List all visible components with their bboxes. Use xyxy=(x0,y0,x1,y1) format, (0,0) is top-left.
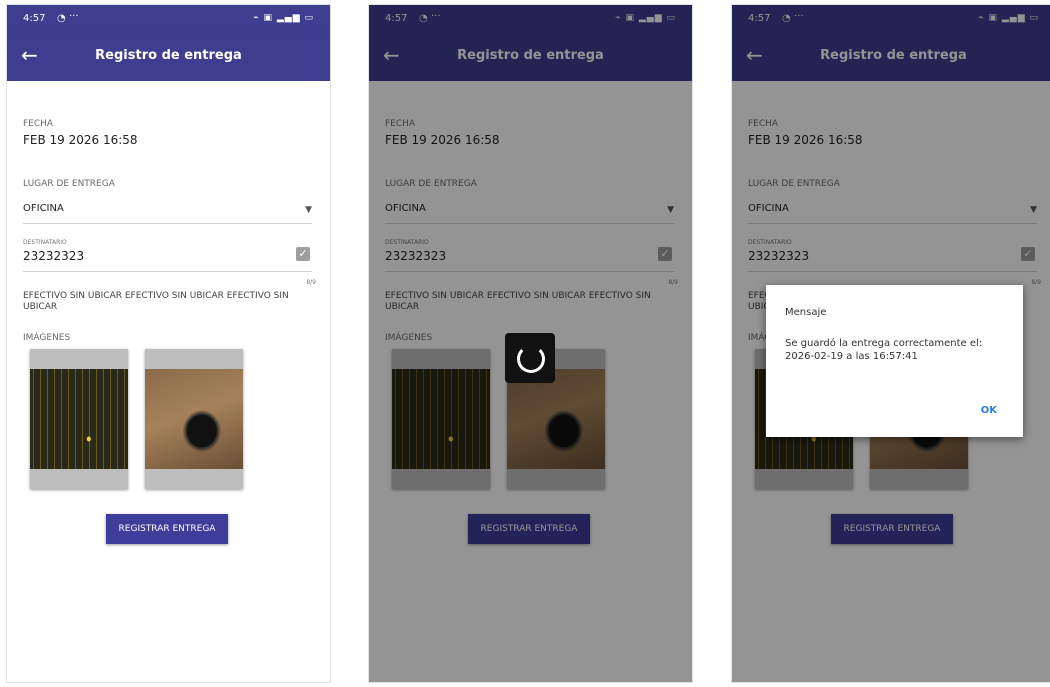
input-underline xyxy=(23,271,312,272)
message-dialog: Mensaje Se guardó la entrega correctamen… xyxy=(766,285,1023,437)
signal-icons: ⌁ ▣ ▂▄▆ ▭ xyxy=(253,13,314,23)
destinatario-input[interactable]: 23232323 xyxy=(23,249,84,263)
status-time: 4:57 xyxy=(23,13,46,24)
status-bar: 4:57 ◔ ··· ⌁ ▣ ▂▄▆ ▭ xyxy=(7,5,330,33)
dialog-message: Se guardó la entrega correctamente el: 2… xyxy=(785,338,983,362)
checkbox[interactable]: ✓ xyxy=(296,247,310,261)
imagenes-label: IMÁGENES xyxy=(23,333,71,343)
fecha-value: FEB 19 2026 16:58 xyxy=(23,133,138,147)
spinner-icon xyxy=(517,345,545,373)
char-counter: 8/9 xyxy=(306,279,316,286)
phone-screen-loading: 4:57 ◔ ··· ⌁ ▣ ▂▄▆ ▭ ← Registro de entre… xyxy=(369,5,692,682)
lugar-label: LUGAR DE ENTREGA xyxy=(23,179,115,189)
phone-screen-dialog: 4:57 ◔ ··· ⌁ ▣ ▂▄▆ ▭ ← Registro de entre… xyxy=(732,5,1050,682)
laptop-photo xyxy=(30,369,128,469)
image-thumbnail-2[interactable] xyxy=(145,349,243,489)
destinatario-label: DESTINATARIO xyxy=(23,239,67,246)
app-bar: ← Registro de entrega xyxy=(7,33,330,81)
form-content: FECHA FEB 19 2026 16:58 LUGAR DE ENTREGA… xyxy=(7,81,330,682)
chevron-down-icon[interactable]: ▼ xyxy=(305,205,312,215)
phone-screen-form: 4:57 ◔ ··· ⌁ ▣ ▂▄▆ ▭ ← Registro de entre… xyxy=(7,5,330,682)
register-delivery-button[interactable]: REGISTRAR ENTREGA xyxy=(106,514,228,544)
status-dots: ··· xyxy=(69,11,79,22)
progress-spinner xyxy=(505,333,555,383)
image-thumbnail-1[interactable] xyxy=(30,349,128,489)
loading-overlay xyxy=(369,5,692,682)
page-title: Registro de entrega xyxy=(95,48,242,63)
whatsapp-icon: ◔ xyxy=(57,13,66,24)
observacion-text[interactable]: EFECTIVO SIN UBICAR EFECTIVO SIN UBICAR … xyxy=(23,291,293,313)
dialog-title: Mensaje xyxy=(785,307,827,318)
lugar-select[interactable]: OFICINA xyxy=(23,203,64,214)
dialog-ok-button[interactable]: OK xyxy=(981,405,997,416)
divider xyxy=(23,223,312,224)
fecha-label: FECHA xyxy=(23,119,54,129)
mouse-photo xyxy=(145,369,243,469)
